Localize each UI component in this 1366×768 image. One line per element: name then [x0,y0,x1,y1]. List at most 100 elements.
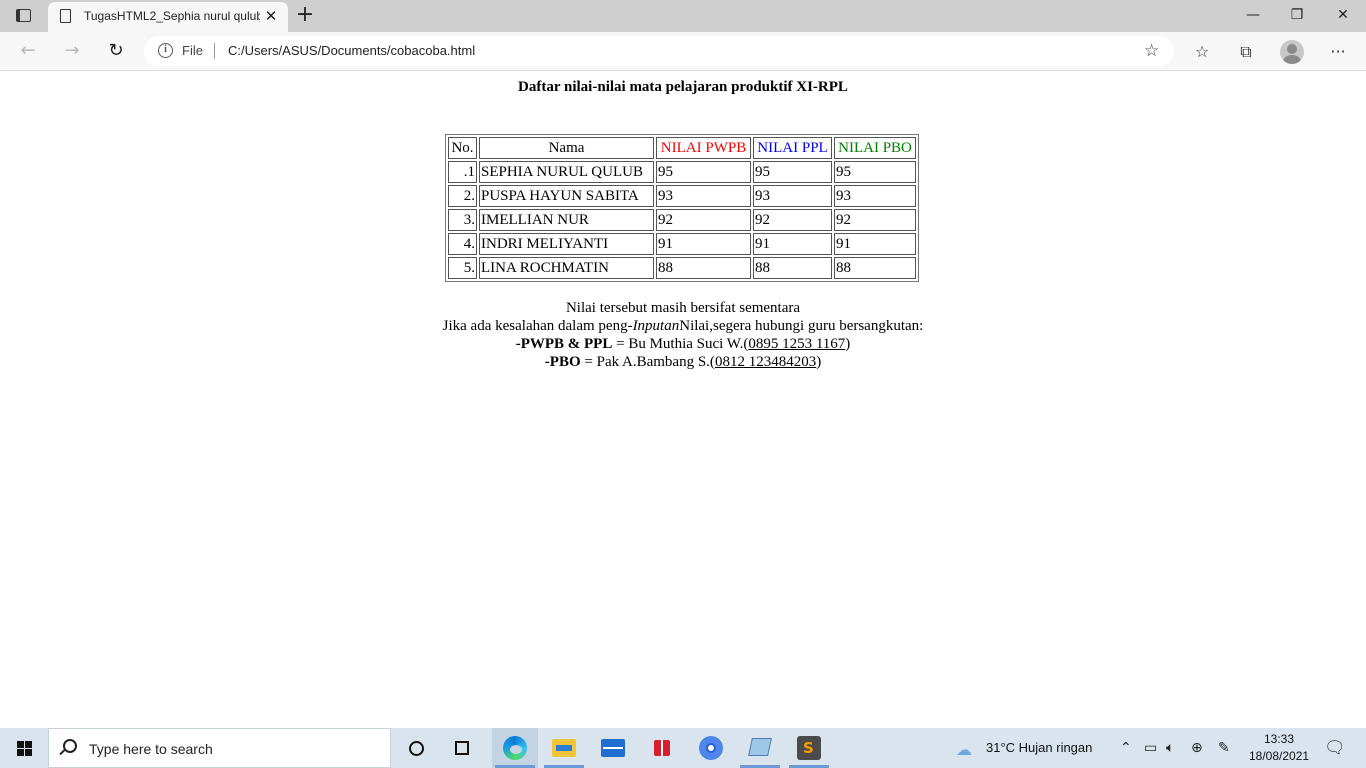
header-no: No. [448,137,477,159]
cell-ppl: 91 [753,233,832,255]
cell-pbo: 92 [834,209,916,231]
pen-icon[interactable]: ✎ [1218,740,1230,756]
header-ppl: NILAI PPL [753,137,832,159]
close-window-icon[interactable]: ✕ [1320,0,1366,30]
browser-tab[interactable]: TugasHTML2_Sephia nurul qulub ✕ [48,2,288,32]
weather-icon[interactable]: ☁ [956,740,972,759]
battery-icon[interactable]: ▭ [1144,740,1157,756]
grades-table: No. Nama NILAI PWPB NILAI PPL NILAI PBO … [445,134,919,282]
restore-icon[interactable]: ❐ [1274,0,1320,30]
clock-date[interactable]: 18/08/2021 [1249,749,1309,763]
back-icon[interactable]: ← [15,39,41,63]
note-line: Nilai tersebut masih bersifat sementara [565,300,801,316]
note-text: Jika ada kesalahan dalam peng- [442,318,633,334]
contact-teacher: = Pak A.Bambang S.( [580,354,715,370]
search-placeholder: Type here to search [89,741,213,757]
volume-icon[interactable]: 🔈︎ [1166,740,1174,756]
network-globe-icon[interactable]: ⊕ [1191,740,1203,756]
gift-icon[interactable] [639,728,685,768]
cell-pwpb: 93 [656,185,751,207]
more-menu-icon[interactable]: ··· [1326,40,1350,64]
file-explorer-icon[interactable] [541,728,587,768]
note-line: Jika ada kesalahan dalam peng-InputanNil… [0,317,1366,335]
table-header-row: No. Nama NILAI PWPB NILAI PPL NILAI PBO [448,137,916,159]
sublime-text-icon[interactable]: S [786,728,832,768]
table-row: .1 SEPHIA NURUL QULUB 95 95 95 [448,161,916,183]
info-icon[interactable]: i [158,43,173,58]
page-content: Daftar nilai-nilai mata pelajaran produk… [0,71,1366,728]
task-view-icon[interactable] [440,728,486,768]
header-pbo: NILAI PBO [834,137,916,159]
contact-paren: ) [845,336,851,352]
chevron-up-icon[interactable]: ⌃ [1120,740,1132,756]
header-name: Nama [479,137,654,159]
cell-ppl: 88 [753,257,832,279]
refresh-icon[interactable]: ↻ [103,39,129,63]
cell-pwpb: 95 [656,161,751,183]
clock-time[interactable]: 13:33 [1264,732,1294,746]
address-bar[interactable]: i File C:/Users/ASUS/Documents/cobacoba.… [144,36,1174,66]
edge-browser-icon[interactable] [492,728,538,768]
table-row: 3. IMELLIAN NUR 92 92 92 [448,209,916,231]
url-text[interactable]: C:/Users/ASUS/Documents/cobacoba.html [228,43,475,58]
note-italic-text: Inputan [632,318,680,334]
tab-title: TugasHTML2_Sephia nurul qulub [84,9,260,23]
cell-name: IMELLIAN NUR [479,209,654,231]
cell-ppl: 95 [753,161,832,183]
cell-no: 4. [448,233,477,255]
favorites-icon[interactable]: ☆ [1190,40,1214,64]
cortana-icon[interactable] [394,728,440,768]
contact-paren: ) [816,354,822,370]
cell-pbo: 91 [834,233,916,255]
table-row: 2. PUSPA HAYUN SABITA 93 93 93 [448,185,916,207]
cell-pwpb: 88 [656,257,751,279]
cell-pbo: 88 [834,257,916,279]
mail-icon[interactable] [590,728,636,768]
chrome-browser-icon[interactable] [688,728,734,768]
minimize-icon[interactable]: — [1230,0,1276,30]
cell-pwpb: 92 [656,209,751,231]
cell-name: SEPHIA NURUL QULUB [479,161,654,183]
page-icon [60,9,71,23]
cell-no: 5. [448,257,477,279]
forward-icon[interactable]: → [59,39,85,63]
cell-name: LINA ROCHMATIN [479,257,654,279]
cell-no: .1 [448,161,477,183]
windows-logo-icon [17,741,32,756]
contact-phone-link[interactable]: 0812 123484203 [715,354,816,370]
table-row: 5. LINA ROCHMATIN 88 88 88 [448,257,916,279]
search-icon [63,739,77,753]
notifications-icon[interactable]: 🗨︎ [1324,738,1346,758]
add-favorite-icon[interactable]: ☆ [1144,41,1159,61]
contact-subject: -PBO [544,354,581,370]
table-row: 4. INDRI MELIYANTI 91 91 91 [448,233,916,255]
address-divider [214,43,215,59]
cell-pbo: 95 [834,161,916,183]
weather-text[interactable]: 31°C Hujan ringan [986,740,1092,755]
page-heading: Daftar nilai-nilai mata pelajaran produk… [518,79,848,95]
contact-teacher: = Bu Muthia Suci W.( [612,336,749,352]
close-tab-icon[interactable]: ✕ [262,6,280,26]
contact-line-pwpb-ppl: -PWPB & PPL = Bu Muthia Suci W.(0895 125… [0,335,1366,353]
notepad-icon[interactable] [737,728,783,768]
browser-toolbar: ← → ↻ i File C:/Users/ASUS/Documents/cob… [0,32,1366,71]
cell-pbo: 93 [834,185,916,207]
tab-actions-icon[interactable] [16,9,31,22]
cell-ppl: 92 [753,209,832,231]
cell-name: PUSPA HAYUN SABITA [479,185,654,207]
new-tab-icon[interactable]: + [294,4,316,26]
collections-icon[interactable]: ⧉ [1234,40,1258,64]
cell-ppl: 93 [753,185,832,207]
start-button[interactable] [0,728,48,768]
contact-subject: -PWPB & PPL [515,336,613,352]
contact-phone-link[interactable]: 0895 1253 1167 [748,336,845,352]
contact-line-pbo: -PBO = Pak A.Bambang S.(0812 123484203) [0,353,1366,371]
cell-name: INDRI MELIYANTI [479,233,654,255]
profile-avatar[interactable] [1280,40,1304,64]
note-text: Nilai,segera hubungi guru bersangkutan: [679,318,924,334]
cell-no: 3. [448,209,477,231]
taskbar-search[interactable]: Type here to search [48,728,391,768]
address-scheme-label: File [182,43,203,58]
notes-section: Nilai tersebut masih bersifat sementara … [0,299,1366,371]
taskbar: Type here to search S ☁ 31°C Hujan ringa… [0,728,1366,768]
